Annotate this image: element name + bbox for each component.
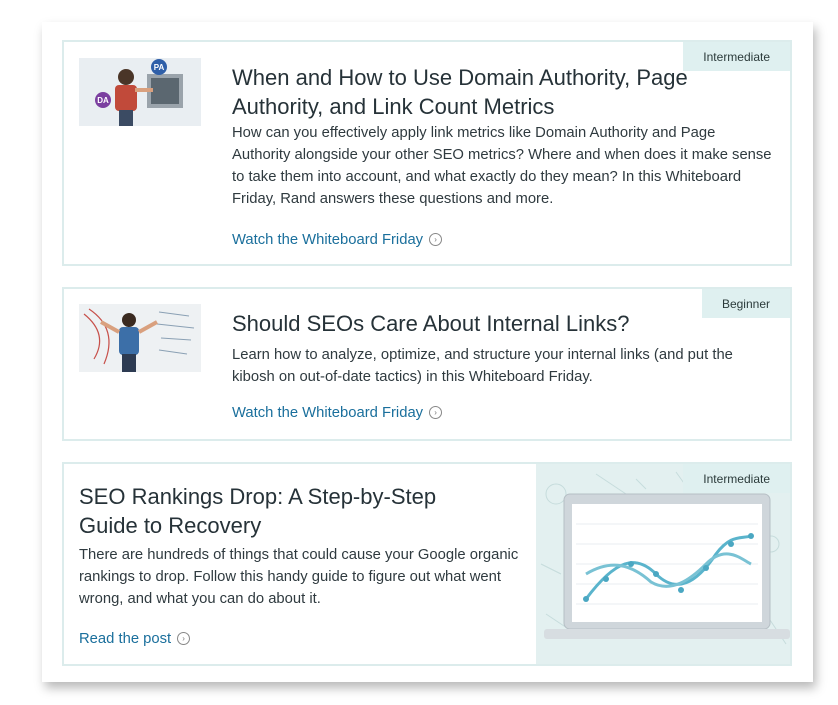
link-label: Watch the Whiteboard Friday	[232, 232, 424, 248]
chevron-circle-right-icon: ›	[177, 631, 191, 645]
article-card-internal-links: Beginner Should SEOs Care About Internal…	[62, 287, 792, 441]
article-title[interactable]: When and How to Use Domain Authority, Pa…	[232, 63, 702, 121]
chevron-circle-right-icon: ›	[429, 405, 443, 419]
watch-whiteboard-link[interactable]: Watch the Whiteboard Friday ›	[232, 232, 443, 248]
article-card-domain-authority: Intermediate PA DA When and How to Use D…	[62, 40, 792, 266]
level-badge: Intermediate	[683, 464, 790, 493]
link-label: Read the post	[79, 631, 172, 647]
link-label: Watch the Whiteboard Friday	[232, 405, 424, 421]
laptop-chart-illustration	[536, 464, 790, 664]
chevron-circle-right-icon: ›	[429, 232, 443, 246]
pa-badge-text: PA	[154, 63, 165, 72]
article-description: How can you effectively apply link metri…	[232, 125, 772, 207]
article-description: There are hundreds of things that could …	[79, 547, 519, 607]
article-title[interactable]: SEO Rankings Drop: A Step-by-Step Guide …	[79, 482, 499, 540]
level-badge: Beginner	[701, 289, 790, 318]
article-title[interactable]: Should SEOs Care About Internal Links?	[232, 309, 702, 338]
article-card-rankings-drop: Intermediate SEO Rankings Drop: A Step-b…	[62, 462, 792, 666]
read-post-link[interactable]: Read the post ›	[79, 631, 191, 647]
da-badge-text: DA	[97, 96, 109, 105]
whiteboard-thumbnail[interactable]	[79, 304, 201, 372]
watch-whiteboard-link[interactable]: Watch the Whiteboard Friday ›	[232, 405, 443, 421]
article-description: Learn how to analyze, optimize, and stru…	[232, 347, 733, 385]
whiteboard-thumbnail[interactable]: PA DA	[79, 58, 201, 126]
